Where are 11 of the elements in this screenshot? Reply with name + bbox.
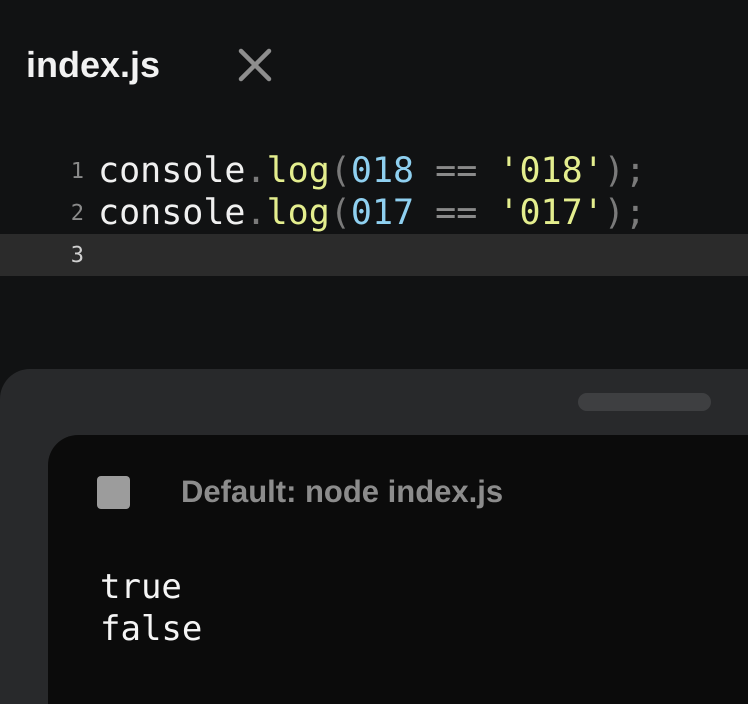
- tab-title[interactable]: index.js: [26, 44, 160, 86]
- code-line: console.log(017 == '017');: [98, 193, 646, 233]
- terminal-title: Default: node index.js: [181, 474, 504, 510]
- line-number: 1: [70, 158, 85, 184]
- line-number: 3: [70, 242, 85, 268]
- close-icon[interactable]: [238, 48, 272, 82]
- output-line: false: [100, 608, 202, 650]
- line-number: 2: [70, 200, 85, 226]
- stop-icon[interactable]: [97, 476, 130, 508]
- code-line: console.log(018 == '018');: [98, 151, 646, 191]
- output-line: true: [100, 566, 182, 608]
